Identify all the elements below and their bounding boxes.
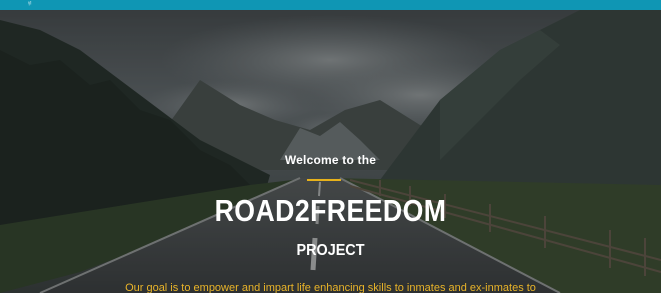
hero-content: Welcome to the ROAD2FREEDOM PROJECT Our … <box>0 10 661 293</box>
hero-goal-text: Our goal is to empower and impart life e… <box>125 282 536 293</box>
top-navigation-bar: ᵞᴵ <box>0 0 661 10</box>
hero-title: ROAD2FREEDOM <box>214 193 447 228</box>
hero-accent-divider <box>307 179 341 181</box>
hero-subtitle: PROJECT <box>296 242 365 259</box>
hero-banner: Welcome to the ROAD2FREEDOM PROJECT Our … <box>0 10 661 293</box>
hero-welcome-text: Welcome to the <box>284 153 377 167</box>
site-logo[interactable]: ᵞᴵ <box>28 1 31 9</box>
